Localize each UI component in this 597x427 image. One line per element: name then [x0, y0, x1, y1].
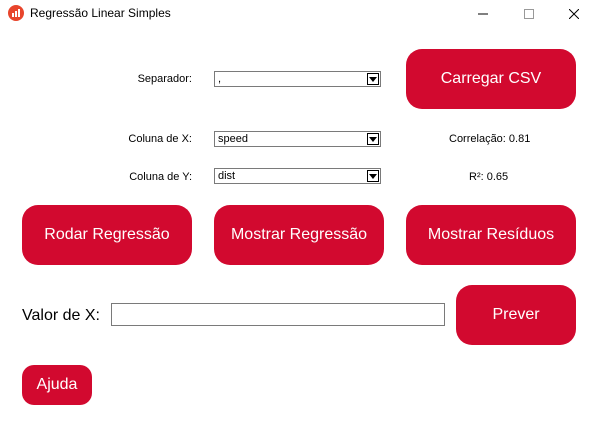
maximize-icon	[524, 9, 534, 19]
y-column-label: Coluna de Y:	[129, 171, 192, 183]
r-squared-text: R²: 0.65	[469, 171, 509, 183]
predict-button[interactable]: Prever	[456, 285, 576, 345]
load-csv-button[interactable]: Carregar CSV	[406, 49, 576, 109]
minimize-button[interactable]	[460, 0, 506, 28]
run-regression-button[interactable]: Rodar Regressão	[22, 205, 192, 265]
y-column-value: dist	[218, 170, 236, 182]
show-residuals-button[interactable]: Mostrar Resíduos	[406, 205, 576, 265]
dropdown-arrow-icon[interactable]	[367, 170, 379, 182]
show-regression-button[interactable]: Mostrar Regressão	[214, 205, 384, 265]
dropdown-arrow-icon[interactable]	[367, 73, 379, 85]
separator-value: ,	[218, 73, 222, 85]
x-column-select[interactable]: speed	[214, 131, 381, 147]
minimize-icon	[478, 13, 488, 15]
help-button[interactable]: Ajuda	[22, 365, 92, 405]
separator-label: Separador:	[137, 73, 192, 85]
bar-chart-app-icon	[8, 5, 24, 21]
close-icon	[569, 9, 579, 19]
separator-select[interactable]: ,	[214, 71, 381, 87]
y-column-select[interactable]: dist	[214, 168, 381, 184]
x-column-value: speed	[218, 133, 248, 145]
x-value-input[interactable]	[111, 303, 445, 326]
title-bar: Regressão Linear Simples	[0, 0, 597, 28]
x-value-label: Valor de X:	[22, 307, 100, 324]
x-column-label: Coluna de X:	[128, 133, 192, 145]
correlation-text: Correlação: 0.81	[449, 133, 531, 145]
close-button[interactable]	[551, 0, 597, 28]
dropdown-arrow-icon[interactable]	[367, 133, 379, 145]
maximize-button[interactable]	[506, 0, 552, 28]
window-title: Regressão Linear Simples	[30, 6, 171, 20]
